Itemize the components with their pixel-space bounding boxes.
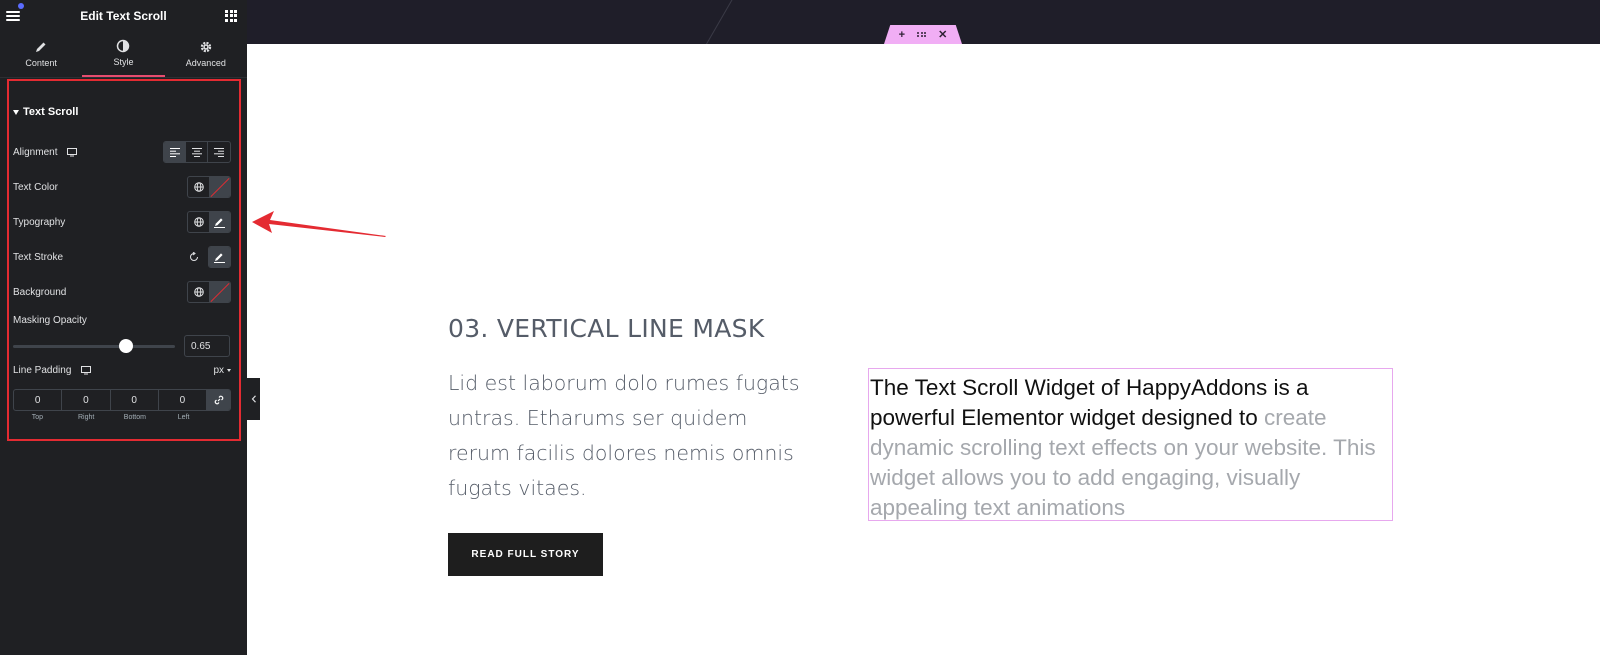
align-left-button[interactable] [164,142,186,162]
padding-labels: Top Right Bottom Left [13,414,208,421]
control-text-color: Text Color [13,176,231,198]
desktop-icon[interactable] [67,147,78,157]
text-stroke-label: Text Stroke [13,251,64,263]
align-left-icon [169,147,180,157]
text-scroll-widget[interactable]: The Text Scroll Widget of HappyAddons is… [868,368,1393,521]
edit-typography-button[interactable] [209,212,230,232]
globe-icon[interactable] [188,177,209,197]
slider-handle[interactable] [119,339,133,353]
read-full-story-button[interactable]: READ FULL STORY [448,533,603,576]
tab-advanced-label: Advanced [185,58,226,68]
chevron-left-icon [251,395,256,403]
chevron-down-icon [227,369,231,372]
half-circle-icon [117,39,130,53]
tab-style[interactable]: Style [82,31,165,77]
masking-opacity-label: Masking Opacity [13,315,87,326]
drag-icon[interactable] [917,31,927,38]
unit-value: px [213,365,224,376]
gear-icon [200,41,212,53]
panel-header: Edit Text Scroll [0,0,247,31]
text-color-label: Text Color [13,181,59,193]
section-header-text-scroll[interactable]: Text Scroll [13,106,78,118]
annotation-arrow-icon [252,211,386,237]
menu-icon[interactable] [6,10,20,21]
apps-grid-icon[interactable] [225,9,237,22]
editor-panel: Edit Text Scroll Content Style Advanced … [0,0,247,655]
plus-icon[interactable]: + [899,29,905,41]
padding-left-label: Left [177,414,190,421]
tab-advanced[interactable]: Advanced [165,31,247,77]
padding-top-input[interactable]: 0 [14,390,63,410]
padding-inputs: 0 0 0 0 [13,389,231,411]
control-typography: Typography [13,211,231,233]
padding-top-label: Top [31,414,44,421]
padding-right-label: Right [77,414,95,421]
tab-content[interactable]: Content [0,31,82,77]
decorative-line [702,0,733,44]
section-heading: 03. VERTICAL LINE MASK [448,314,765,343]
close-icon[interactable]: ✕ [938,28,947,41]
text-color-swatch[interactable] [209,177,230,197]
control-background: Background [13,281,231,303]
line-padding-label: Line Padding [13,365,72,376]
control-line-padding: Line Padding px [13,365,231,376]
padding-left-input[interactable]: 0 [159,390,207,410]
padding-right-input[interactable]: 0 [62,390,111,410]
collapse-panel-button[interactable] [247,378,260,420]
section-title: Text Scroll [23,106,79,118]
section-handle[interactable]: + ✕ [884,25,962,44]
globe-icon[interactable] [188,212,209,232]
alignment-label: Alignment [13,146,58,158]
background-color-swatch[interactable] [209,282,230,302]
globe-icon[interactable] [188,282,209,302]
desktop-icon[interactable] [81,366,92,375]
align-center-icon [191,147,202,157]
panel-tabs: Content Style Advanced [0,31,247,78]
edit-text-stroke-button[interactable] [209,247,230,267]
masking-opacity-slider[interactable] [13,345,175,348]
unit-select[interactable]: px [213,365,231,376]
control-alignment: Alignment [13,141,231,163]
masking-opacity-input[interactable]: 0.65 [184,335,230,357]
scroll-text-highlight: The Text Scroll Widget of HappyAddons is… [870,375,1309,430]
control-text-stroke: Text Stroke [13,246,231,268]
reset-icon[interactable] [183,246,204,268]
tab-content-label: Content [25,58,57,68]
align-right-button[interactable] [208,142,230,162]
padding-bottom-input[interactable]: 0 [111,390,159,410]
padding-bottom-label: Bottom [123,414,146,421]
section-paragraph: Lid est laborum dolo rumes fugats untras… [448,371,800,500]
pencil-icon [214,217,225,228]
typography-label: Typography [13,216,66,228]
caret-down-icon [13,109,19,115]
link-icon[interactable] [207,390,230,410]
panel-title: Edit Text Scroll [80,8,167,23]
align-right-icon [214,147,224,157]
tab-style-label: Style [113,57,134,67]
pencil-icon [36,42,46,52]
alignment-buttons [163,141,231,163]
pencil-icon [214,252,225,263]
align-center-button[interactable] [186,142,208,162]
background-label: Background [13,286,67,298]
